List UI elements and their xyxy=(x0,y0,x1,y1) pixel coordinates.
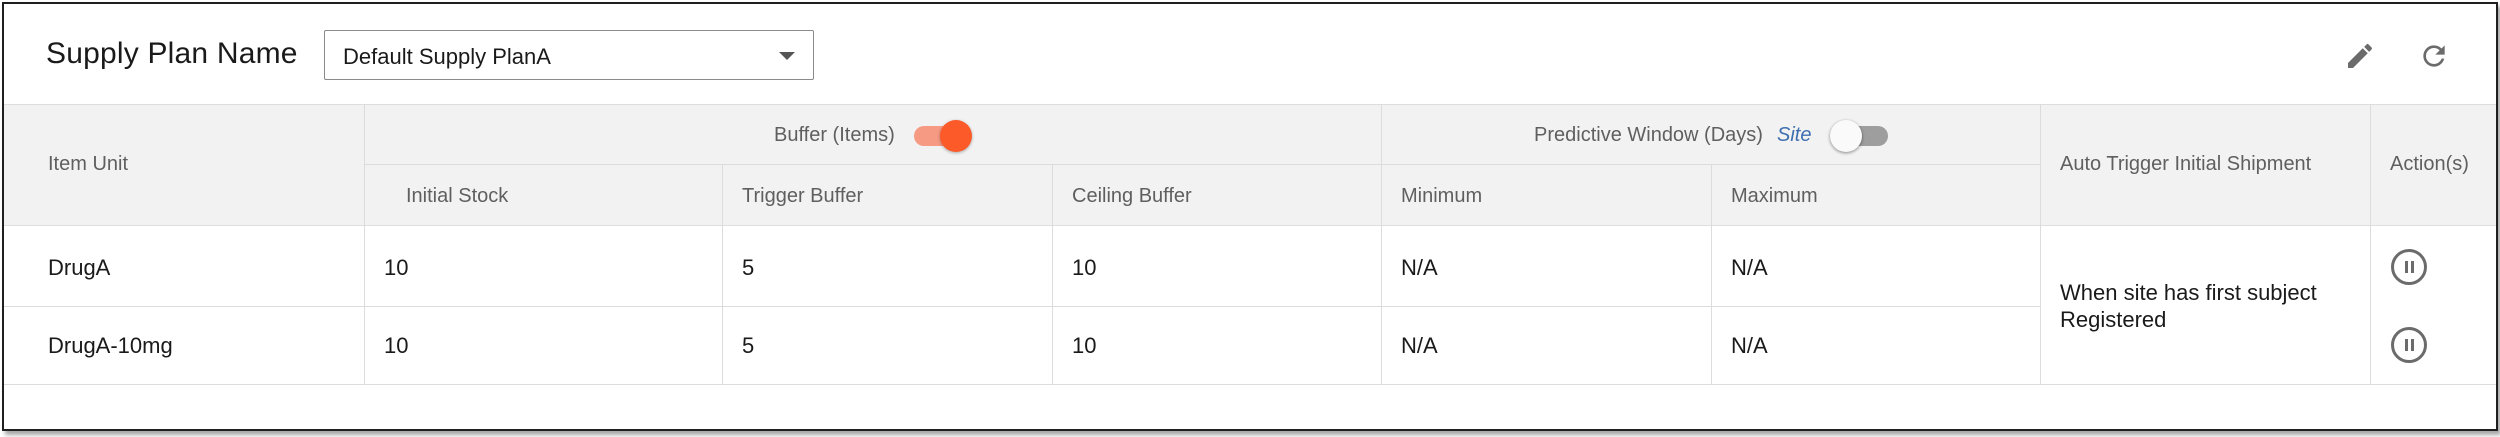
predictive-window-site-toggle[interactable] xyxy=(1830,119,1890,152)
column-header-ceiling-buffer: Ceiling Buffer xyxy=(1072,185,1192,207)
cell-minimum: N/A xyxy=(1401,333,1438,358)
column-group-buffer: Buffer (Items) xyxy=(774,124,895,146)
column-header-trigger-buffer: Trigger Buffer xyxy=(742,185,864,207)
buffer-toggle[interactable] xyxy=(912,119,972,152)
pause-button[interactable] xyxy=(2391,327,2427,363)
supply-plan-panel: Supply Plan Name Default Supply PlanA It… xyxy=(2,2,2498,431)
pause-circle-icon xyxy=(2405,261,2408,273)
cell-item-unit: DrugA-10mg xyxy=(48,333,173,358)
column-header-item-unit: Item Unit xyxy=(48,153,129,175)
cell-ceiling-buffer: 10 xyxy=(1072,255,1097,280)
column-header-actions: Action(s) xyxy=(2390,153,2469,175)
chevron-down-icon xyxy=(779,52,795,60)
cell-maximum: N/A xyxy=(1731,333,1768,358)
refresh-icon xyxy=(2423,45,2445,67)
column-header-maximum: Maximum xyxy=(1731,185,1818,207)
column-group-predictive-window: Predictive Window (Days) xyxy=(1534,124,1763,146)
panel-header: Supply Plan Name Default Supply PlanA xyxy=(4,4,2496,104)
cell-trigger-buffer: 5 xyxy=(742,333,755,358)
site-label: Site xyxy=(1777,124,1812,146)
column-header-minimum: Minimum xyxy=(1401,185,1483,207)
cell-item-unit: DrugA xyxy=(48,255,111,280)
cell-auto-trigger-line2: Registered xyxy=(2060,307,2167,332)
supply-plan-name-label: Supply Plan Name xyxy=(46,37,298,70)
supply-plan-select[interactable]: Default Supply PlanA xyxy=(324,30,814,80)
cell-maximum: N/A xyxy=(1731,255,1768,280)
pencil-icon xyxy=(2348,43,2373,68)
column-header-initial-stock: Initial Stock xyxy=(406,185,509,207)
edit-button[interactable] xyxy=(2342,38,2378,74)
pause-circle-icon xyxy=(2405,339,2408,351)
cell-trigger-buffer: 5 xyxy=(742,255,755,280)
cell-ceiling-buffer: 10 xyxy=(1072,333,1097,358)
cell-initial-stock: 10 xyxy=(384,333,409,358)
column-header-auto-trigger: Auto Trigger Initial Shipment xyxy=(2060,153,2312,175)
refresh-button[interactable] xyxy=(2416,38,2452,74)
cell-initial-stock: 10 xyxy=(384,255,409,280)
cell-auto-trigger-line1: When site has first subject xyxy=(2060,280,2317,305)
pause-button[interactable] xyxy=(2391,249,2427,285)
supply-plan-select-value: Default Supply PlanA xyxy=(343,44,551,69)
cell-minimum: N/A xyxy=(1401,255,1438,280)
